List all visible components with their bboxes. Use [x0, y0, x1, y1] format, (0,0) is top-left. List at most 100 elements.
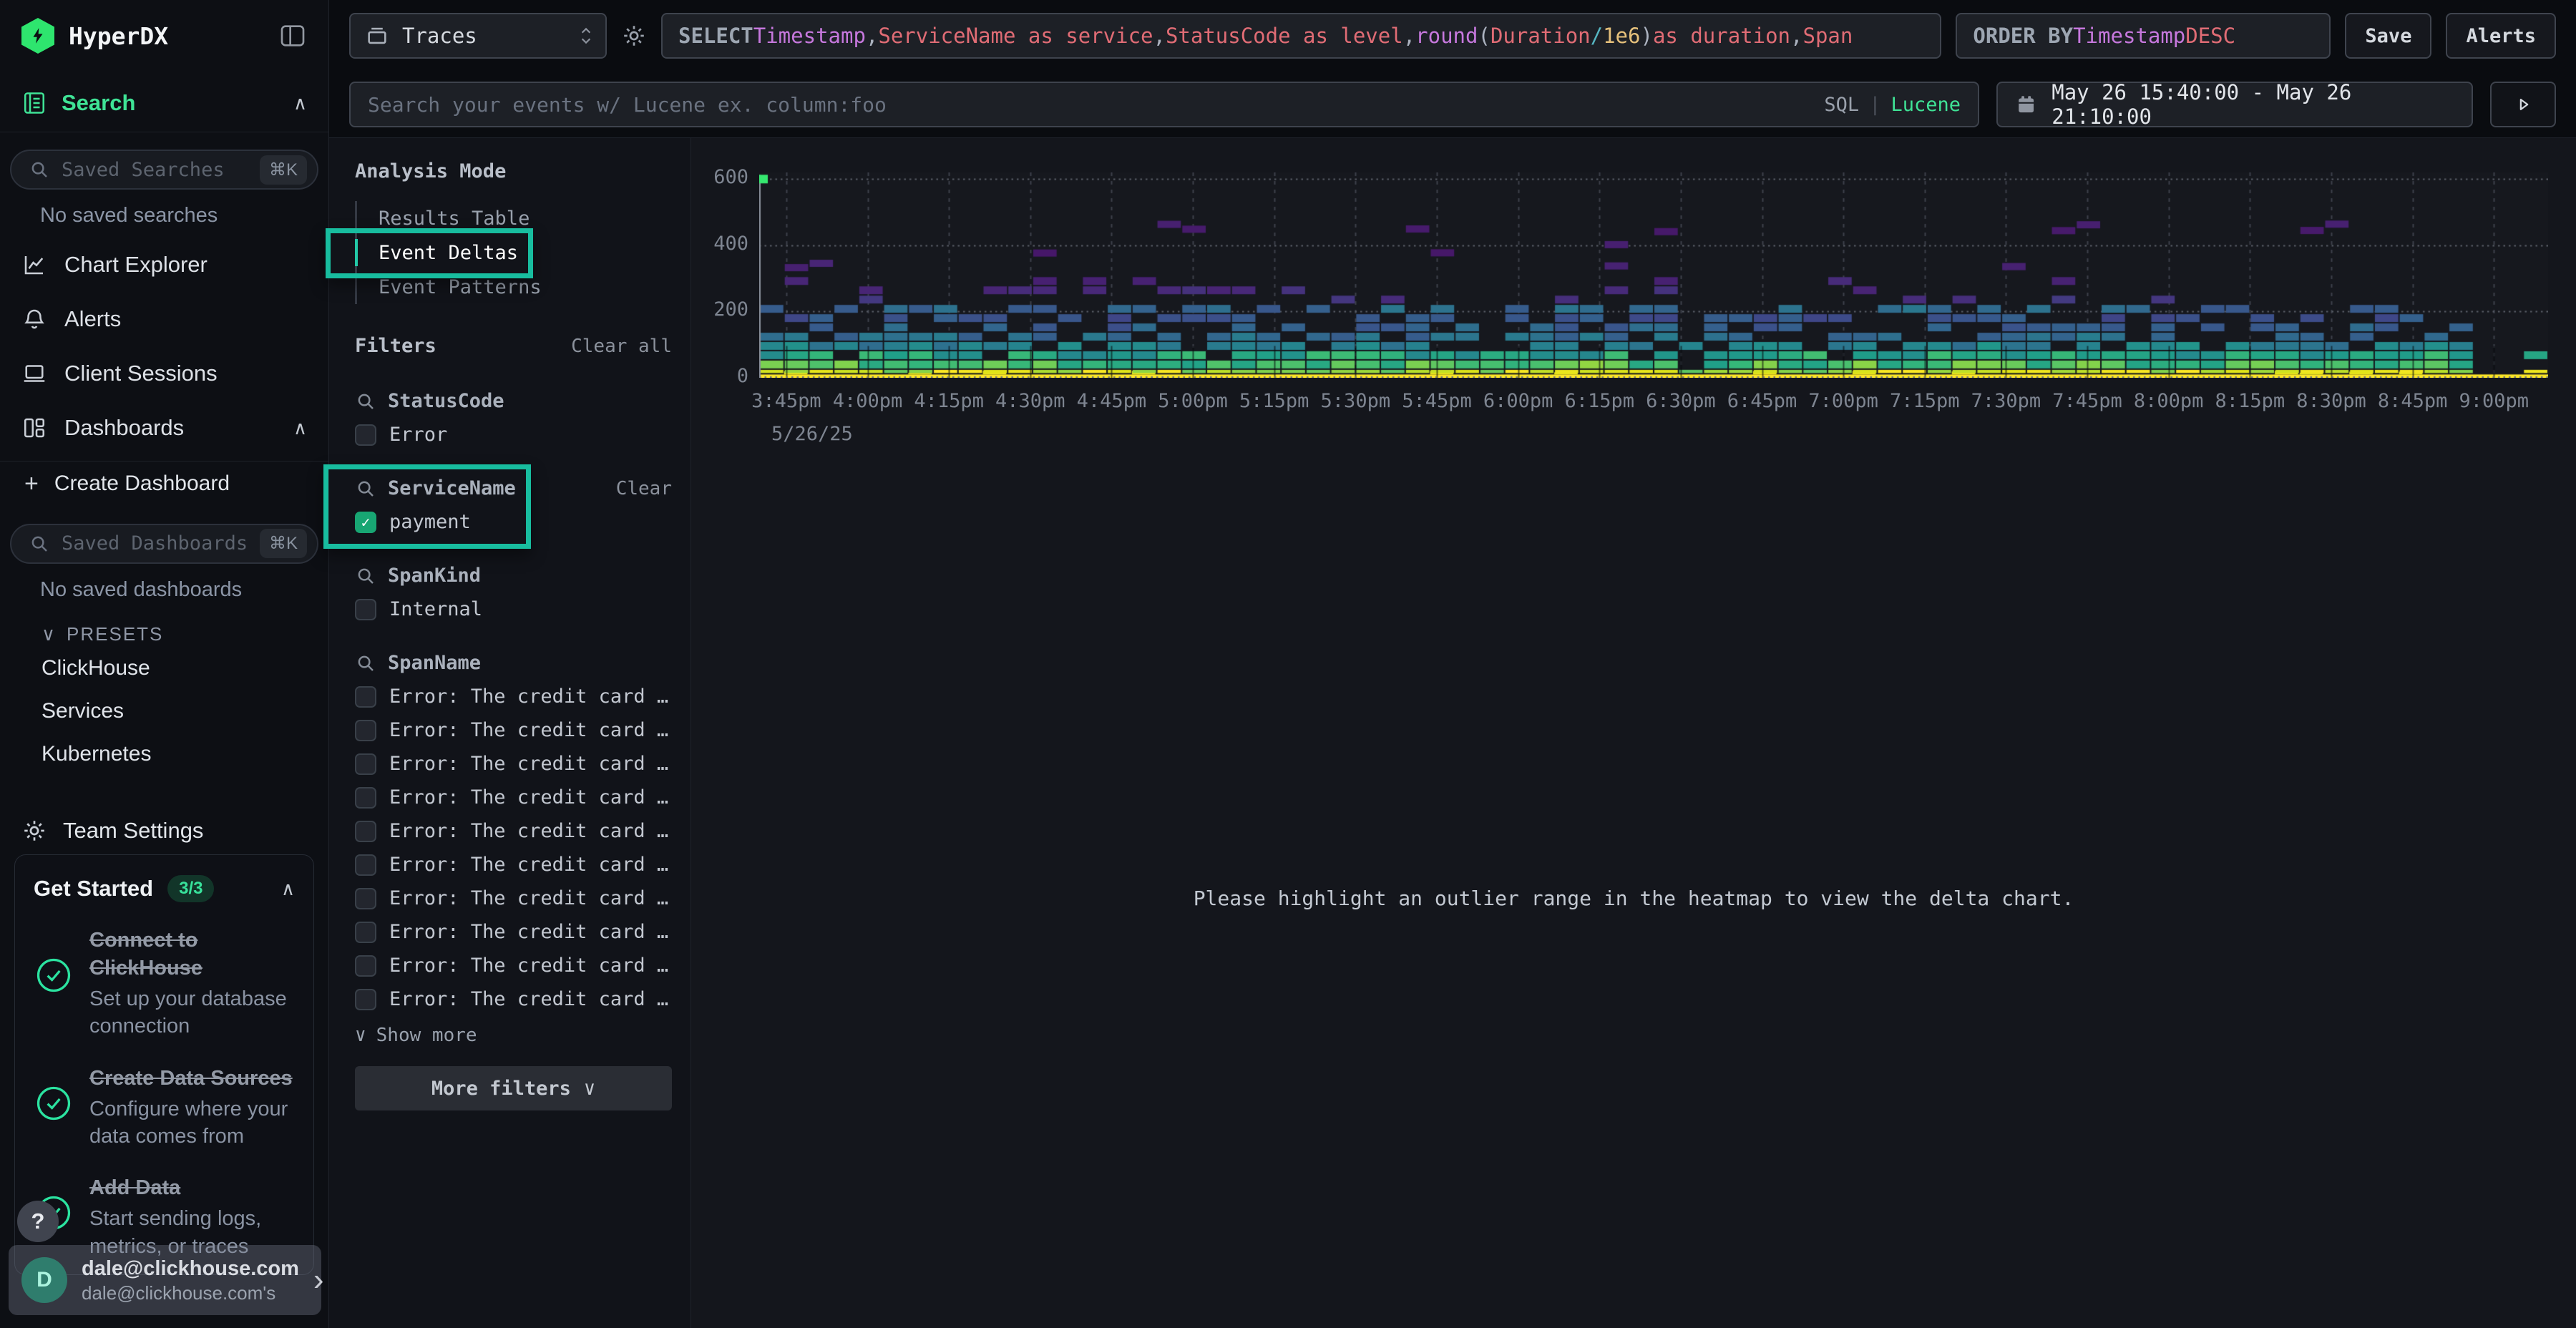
mode-divider: |: [1869, 94, 1880, 116]
filter-option[interactable]: Internal: [355, 598, 672, 620]
filter-option-label: Error: The credit card …: [389, 854, 668, 876]
app-title: HyperDX: [69, 22, 168, 50]
filter-option[interactable]: Error: The credit card …: [355, 887, 672, 909]
checkbox-icon[interactable]: [355, 424, 376, 446]
checkbox-icon[interactable]: [355, 821, 376, 842]
chart-line-icon: [21, 252, 47, 278]
checkbox-icon[interactable]: [355, 854, 376, 876]
source-settings-gear-icon[interactable]: [621, 23, 647, 49]
sidebar-item-dashboards[interactable]: Dashboards∧: [0, 401, 328, 455]
get-started-step[interactable]: Connect to ClickHouseSet up your databas…: [34, 927, 295, 1040]
filter-option[interactable]: Error: The credit card …: [355, 786, 672, 809]
time-range-picker[interactable]: May 26 15:40:00 - May 26 21:10:00: [1996, 82, 2473, 127]
more-filters-button[interactable]: More filters ∨: [355, 1066, 672, 1110]
saved-dashboards-input[interactable]: Saved Dashboards ⌘K: [10, 524, 318, 564]
filter-option-label: Error: The credit card …: [389, 719, 668, 741]
source-selector[interactable]: Traces: [349, 13, 607, 59]
analysis-mode-label: Event Patterns: [379, 276, 542, 298]
saved-searches-input[interactable]: Saved Searches ⌘K: [10, 150, 318, 190]
filter-option[interactable]: Error: The credit card …: [355, 921, 672, 943]
filter-group-name: ServiceName: [388, 477, 516, 499]
analysis-mode-label: Results Table: [379, 208, 530, 230]
clear-filter-link[interactable]: Clear: [616, 478, 672, 499]
query-toolbar: Traces SELECT Timestamp, ServiceName as …: [329, 0, 2576, 72]
checkbox-icon[interactable]: [355, 989, 376, 1010]
search-icon[interactable]: [355, 653, 376, 674]
sidebar-item-search[interactable]: Search ∧: [0, 72, 328, 132]
search-icon[interactable]: [355, 565, 376, 587]
sidebar-collapse-icon[interactable]: [278, 21, 307, 50]
chevron-up-icon: ∧: [293, 94, 307, 112]
x-axis-date-label: 5/26/25: [771, 423, 853, 445]
filter-option[interactable]: Error: The credit card …: [355, 719, 672, 741]
filter-option[interactable]: Error: The credit card …: [355, 954, 672, 977]
filter-option[interactable]: Error: [355, 424, 672, 446]
preset-item-kubernetes[interactable]: Kubernetes: [0, 733, 328, 776]
sql-select-editor[interactable]: SELECT Timestamp, ServiceName as service…: [661, 13, 1941, 59]
run-query-button[interactable]: [2490, 82, 2556, 127]
search-icon[interactable]: [355, 478, 376, 499]
checkbox-checked-icon[interactable]: ✓: [355, 512, 376, 533]
step-description: Set up your database connection: [89, 985, 295, 1040]
filter-option[interactable]: Error: The credit card …: [355, 988, 672, 1010]
get-started-steps: Connect to ClickHouseSet up your databas…: [34, 927, 295, 1260]
checkbox-icon[interactable]: [355, 720, 376, 741]
checkbox-icon[interactable]: [355, 599, 376, 620]
filter-option[interactable]: Error: The credit card …: [355, 820, 672, 842]
create-dashboard-button[interactable]: + Create Dashboard: [0, 462, 328, 507]
checkbox-icon[interactable]: [355, 888, 376, 909]
get-started-progress-badge: 3/3: [167, 875, 214, 902]
checkbox-icon[interactable]: [355, 753, 376, 775]
analysis-mode-label: Event Deltas: [379, 242, 518, 264]
y-tick-label: 600: [691, 166, 748, 188]
chevron-right-icon: ›: [313, 1264, 324, 1296]
presets-toggle[interactable]: ∨ PRESETS: [42, 623, 328, 645]
search-placeholder: Search your events w/ Lucene ex. column:…: [368, 93, 887, 117]
filter-group-header: StatusCode: [355, 390, 672, 412]
analysis-mode-event-patterns[interactable]: Event Patterns: [357, 270, 672, 304]
search-row: Search your events w/ Lucene ex. column:…: [329, 72, 2576, 137]
checkbox-icon[interactable]: [355, 922, 376, 943]
checkbox-icon[interactable]: [355, 787, 376, 809]
filter-option[interactable]: ✓payment: [355, 511, 672, 533]
get-started-step[interactable]: Create Data SourcesConfigure where your …: [34, 1065, 295, 1151]
sidebar-item-chart-explorer[interactable]: Chart Explorer: [0, 238, 328, 292]
checkbox-icon[interactable]: [355, 686, 376, 708]
chevron-down-icon: ∨: [42, 623, 57, 645]
sql-token: as duration: [1653, 24, 1790, 48]
latency-heatmap[interactable]: [759, 172, 2548, 378]
sidebar-item-label: Chart Explorer: [64, 252, 208, 278]
sidebar-item-alerts[interactable]: Alerts: [0, 292, 328, 346]
analysis-mode-event-deltas[interactable]: Event Deltas: [357, 235, 672, 270]
sql-token: Timestamp: [2073, 24, 2185, 48]
filter-group-header: SpanName: [355, 652, 672, 674]
filter-group-spanname: SpanName Error: The credit card … Error: T…: [355, 652, 672, 1010]
filter-option[interactable]: Error: The credit card …: [355, 685, 672, 708]
checkbox-icon[interactable]: [355, 955, 376, 977]
show-more-link[interactable]: ∨ Show more: [355, 1025, 672, 1046]
sidebar-item-team-settings[interactable]: Team Settings: [0, 807, 328, 854]
user-menu[interactable]: D dale@clickhouse.com dale@clickhouse.co…: [9, 1245, 321, 1315]
analysis-mode-title: Analysis Mode: [355, 160, 672, 184]
preset-item-clickhouse[interactable]: ClickHouse: [0, 647, 328, 690]
filter-option[interactable]: Error: The credit card …: [355, 854, 672, 876]
get-started-header[interactable]: Get Started 3/3 ∧: [34, 875, 295, 902]
search-icon[interactable]: [355, 391, 376, 412]
circle-check-icon: [34, 1083, 74, 1123]
help-button[interactable]: ?: [17, 1201, 59, 1242]
lucene-search-input[interactable]: Search your events w/ Lucene ex. column:…: [349, 82, 1979, 127]
logo-row: HyperDX: [0, 0, 328, 72]
mode-sql[interactable]: SQL: [1824, 94, 1859, 116]
clear-all-filters-link[interactable]: Clear all: [571, 336, 672, 357]
sql-orderby-editor[interactable]: ORDER BY Timestamp DESC: [1956, 13, 2331, 59]
filter-groups: StatusCode Error ServiceName Clear ✓payment S…: [355, 390, 672, 1010]
alerts-button[interactable]: Alerts: [2446, 13, 2556, 59]
analysis-mode-results-table[interactable]: Results Table: [357, 201, 672, 235]
preset-item-services[interactable]: Services: [0, 690, 328, 733]
sidebar-item-client-sessions[interactable]: Client Sessions: [0, 346, 328, 401]
save-button[interactable]: Save: [2345, 13, 2431, 59]
filter-option[interactable]: Error: The credit card …: [355, 753, 672, 775]
mode-lucene[interactable]: Lucene: [1890, 94, 1961, 116]
dashboards-icon: [21, 415, 47, 441]
no-saved-dashboards-text: No saved dashboards: [40, 578, 328, 602]
